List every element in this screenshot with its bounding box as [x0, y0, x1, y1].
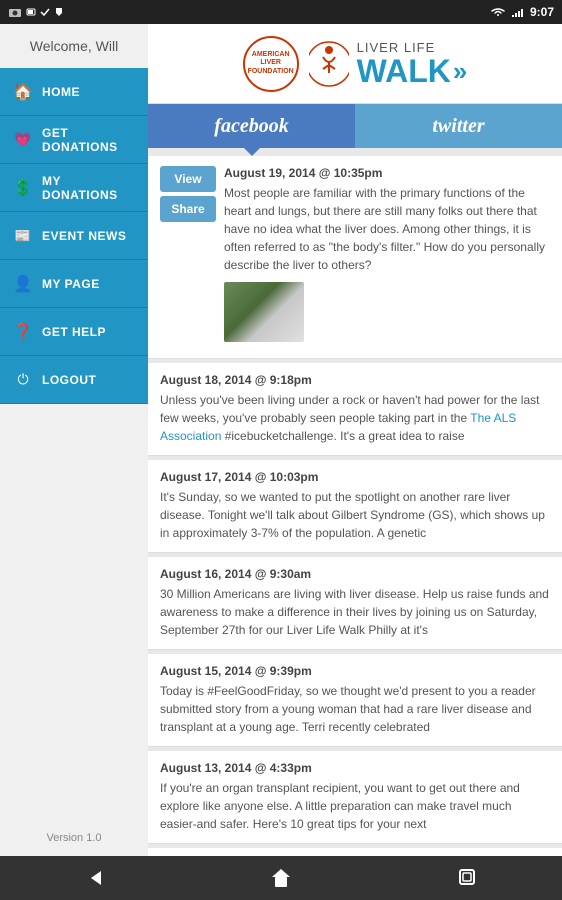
main-content: AMERICANLIVERFOUNDATION LIVER LIFE WALK … [148, 24, 562, 856]
post-date: August 19, 2014 @ 10:35pm [224, 166, 550, 180]
facebook-tab-label: facebook [214, 115, 288, 138]
version-text: Version 1.0 [0, 820, 148, 856]
post-header: View Share August 19, 2014 @ 10:35pm Mos… [160, 166, 550, 342]
check-icon [40, 7, 50, 17]
download-icon [54, 7, 64, 17]
home-nav-icon [270, 867, 292, 889]
walk-logo: WALK » [357, 55, 468, 87]
status-bar-left [8, 7, 64, 17]
post-date: August 15, 2014 @ 9:39pm [160, 664, 550, 678]
post-date: August 17, 2014 @ 10:03pm [160, 470, 550, 484]
sidebar-item-my-page-label: MY PAGE [42, 277, 100, 291]
status-bar: 9:07 [0, 0, 562, 24]
post-date: August 16, 2014 @ 9:30am [160, 567, 550, 581]
walk-arrows: » [453, 58, 467, 84]
sidebar-item-my-donations[interactable]: 💲 MY DONATIONS [0, 164, 148, 212]
recents-icon [457, 867, 479, 889]
walk-text: WALK [357, 55, 451, 87]
post-item: August 15, 2014 @ 9:39pm Today is #FeelG… [148, 654, 562, 747]
post-text: If you're an organ transplant recipient,… [160, 779, 550, 833]
donations-icon: 💗 [12, 129, 34, 151]
sidebar-item-logout[interactable]: ⏻ LOGOUT [0, 356, 148, 404]
post-item: August 16, 2014 @ 9:30am 30 Million Amer… [148, 557, 562, 650]
sidebar-item-home-label: HOME [42, 85, 80, 99]
bottom-nav [0, 856, 562, 900]
tab-twitter[interactable]: twitter [355, 104, 562, 148]
post-feed[interactable]: View Share August 19, 2014 @ 10:35pm Mos… [148, 148, 562, 856]
sidebar-item-logout-label: LOGOUT [42, 373, 96, 387]
post-item: August 12, 2014 @ 10:00pm Many of us are… [148, 848, 562, 856]
sidebar-item-event-news[interactable]: 📰 EVENT NEWS [0, 212, 148, 260]
tab-bar: facebook twitter [148, 104, 562, 148]
event-news-icon: 📰 [12, 225, 34, 247]
my-donations-icon: 💲 [12, 177, 34, 199]
welcome-text: Welcome, Will [0, 24, 148, 68]
post-text: Most people are familiar with the primar… [224, 184, 550, 274]
post-date: August 18, 2014 @ 9:18pm [160, 373, 550, 387]
post-text: 30 Million Americans are living with liv… [160, 585, 550, 639]
screenshot-icon [8, 7, 22, 17]
back-button[interactable] [69, 863, 119, 893]
logout-icon: ⏻ [12, 369, 34, 391]
clock: 9:07 [530, 5, 554, 19]
my-page-icon: 👤 [12, 273, 34, 295]
recents-button[interactable] [443, 863, 493, 893]
post-date: August 13, 2014 @ 4:33pm [160, 761, 550, 775]
status-bar-right: 9:07 [490, 5, 554, 19]
sidebar-item-event-news-label: EVENT NEWS [42, 229, 126, 243]
view-button[interactable]: View [160, 166, 216, 192]
signal-icon [512, 7, 524, 17]
sidebar-item-get-help-label: GET HELP [42, 325, 106, 339]
post-body: August 19, 2014 @ 10:35pm Most people ar… [224, 166, 550, 342]
post-item: View Share August 19, 2014 @ 10:35pm Mos… [148, 156, 562, 359]
home-icon: 🏠 [12, 81, 34, 103]
logo-circle: AMERICANLIVERFOUNDATION [243, 36, 299, 92]
share-button[interactable]: Share [160, 196, 216, 222]
sidebar-item-get-donations[interactable]: 💗 GET DONATIONS [0, 116, 148, 164]
post-item: August 13, 2014 @ 4:33pm If you're an or… [148, 751, 562, 844]
back-icon [83, 867, 105, 889]
sidebar-item-my-page[interactable]: 👤 MY PAGE [0, 260, 148, 308]
post-actions: View Share [160, 166, 216, 222]
home-button[interactable] [256, 863, 306, 893]
post-item: August 17, 2014 @ 10:03pm It's Sunday, s… [148, 460, 562, 553]
logo-text: LIVER LIFE WALK » [357, 40, 468, 87]
post-text: Today is #FeelGoodFriday, so we thought … [160, 682, 550, 736]
liver-foundation-logo [309, 39, 349, 89]
sidebar-item-home[interactable]: 🏠 HOME [0, 68, 148, 116]
sidebar-item-get-help[interactable]: ❓ GET HELP [0, 308, 148, 356]
app-header: AMERICANLIVERFOUNDATION LIVER LIFE WALK … [148, 24, 562, 104]
post-text: Unless you've been living under a rock o… [160, 391, 550, 445]
sidebar-item-my-donations-label: MY DONATIONS [42, 174, 136, 202]
post-item: August 18, 2014 @ 9:18pm Unless you've b… [148, 363, 562, 456]
twitter-tab-label: twitter [432, 115, 484, 138]
get-help-icon: ❓ [12, 321, 34, 343]
post-image-content [224, 282, 304, 342]
wifi-icon [490, 7, 506, 17]
tab-facebook[interactable]: facebook [148, 104, 355, 148]
post-image [224, 282, 304, 342]
post-text: It's Sunday, so we wanted to put the spo… [160, 488, 550, 542]
battery-small-icon [26, 7, 36, 17]
sidebar: Welcome, Will 🏠 HOME 💗 GET DONATIONS 💲 M… [0, 24, 148, 856]
post-text-after: #icebucketchallenge. It's a great idea t… [225, 429, 465, 443]
sidebar-item-get-donations-label: GET DONATIONS [42, 126, 136, 154]
